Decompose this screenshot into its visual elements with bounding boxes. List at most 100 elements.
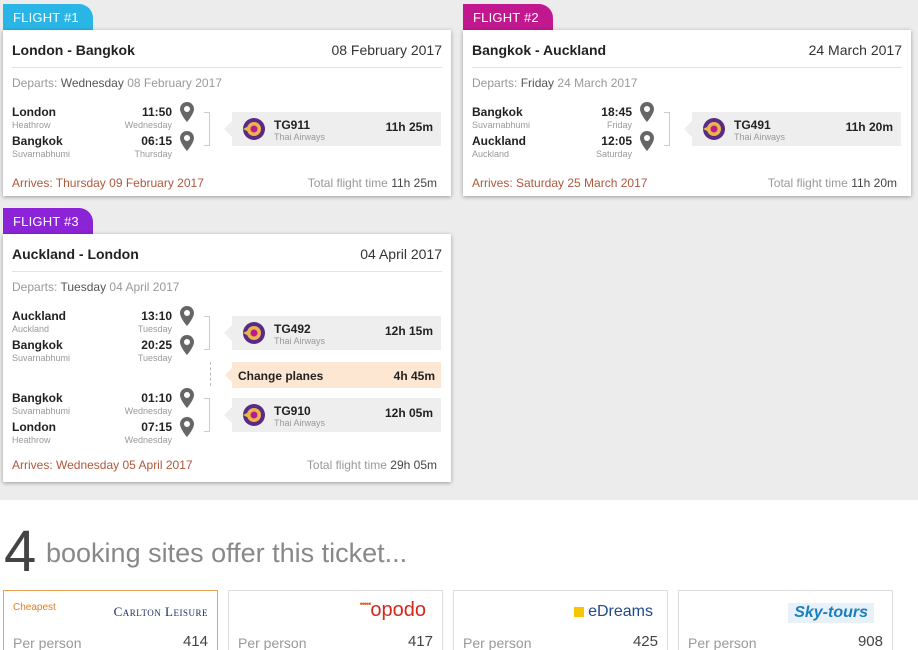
flight-header: Auckland - London 04 April 2017: [12, 234, 442, 272]
flight-leg[interactable]: TG492 Thai Airways 12h 15m: [224, 316, 441, 350]
opodo-dots-icon: •••••: [359, 599, 372, 609]
flight-header: Bangkok - Auckland 24 March 2017: [472, 30, 902, 68]
location-pin-icon: [180, 102, 194, 122]
stop-origin: Bangkok Suvarnabhumi 01:10 Wednesday: [12, 388, 196, 419]
arrival-info: Arrives: Thursday 09 February 2017: [12, 176, 204, 190]
flight-card[interactable]: London - Bangkok 08 February 2017 Depart…: [3, 30, 451, 196]
stop-origin: London Heathrow 11:50 Wednesday: [12, 102, 196, 133]
stop-airport: Auckland: [12, 324, 50, 334]
layover-connector: [210, 362, 211, 386]
flight-number: TG491: [734, 118, 771, 132]
stop-origin: Bangkok Suvarnabhumi 18:45 Friday: [472, 102, 656, 133]
offers-heading: 4 booking sites offer this ticket...: [4, 522, 407, 582]
departs-line: Departs: Friday 24 March 2017: [472, 76, 638, 90]
price: 908: [857, 633, 883, 650]
airline-name: Thai Airways: [274, 336, 326, 346]
flight-card[interactable]: Bangkok - Auckland 24 March 2017 Departs…: [463, 30, 911, 196]
route-date: 08 February 2017: [331, 42, 442, 58]
price: 425: [632, 633, 658, 650]
edreams-logo: eDreams: [574, 603, 653, 621]
total-flight-time: Total flight time 11h 25m: [307, 176, 437, 190]
stop-day: Saturday: [595, 149, 632, 159]
flight-2: FLIGHT #2 Bangkok - Auckland 24 March 20…: [463, 4, 911, 198]
segment-bracket: [204, 112, 210, 146]
stop-airport: Suvarnabhumi: [12, 406, 71, 416]
route-title: Bangkok - Auckland: [472, 42, 607, 58]
cheapest-badge: Cheapest: [13, 602, 56, 613]
stop-airport: Suvarnabhumi: [472, 120, 531, 130]
flight-card[interactable]: Auckland - London 04 April 2017 Departs:…: [3, 234, 451, 482]
flight-number: TG910: [274, 404, 311, 418]
total-flight-time: Total flight time 11h 20m: [767, 176, 897, 190]
offers-text: booking sites offer this ticket...: [46, 538, 408, 568]
thai-airways-logo-icon: [243, 322, 265, 344]
stop-city: London: [12, 105, 56, 119]
flight-tag: FLIGHT #3: [3, 208, 93, 234]
flight-leg[interactable]: TG910 Thai Airways 12h 05m: [224, 398, 441, 432]
stop-origin: Auckland Auckland 13:10 Tuesday: [12, 306, 196, 337]
stop-day: Wednesday: [124, 406, 172, 416]
flight-number: TG911: [274, 118, 311, 132]
thai-airways-logo-icon: [703, 118, 725, 140]
location-pin-icon: [180, 131, 194, 151]
stop-time: 20:25: [141, 338, 172, 352]
stop-day: Thursday: [134, 149, 172, 159]
stop-time: 07:15: [141, 420, 172, 434]
flight-number: TG492: [274, 322, 311, 336]
location-pin-icon: [180, 306, 194, 326]
booking-site-edreams[interactable]: eDreams Per person 425: [453, 590, 668, 650]
carlton-leisure-logo: Carlton Leisure: [113, 604, 208, 619]
stop-airport: Auckland: [472, 149, 510, 159]
flight-leg[interactable]: TG911 Thai Airways 11h 25m: [224, 112, 441, 146]
stop-city: Bangkok: [12, 338, 63, 352]
leg-duration: 11h 20m: [845, 120, 893, 134]
segment-bracket: [204, 316, 210, 350]
flight-leg[interactable]: TG491 Thai Airways 11h 20m: [684, 112, 901, 146]
booking-site-sky-tours[interactable]: Sky-tours Per person 908: [678, 590, 893, 650]
flight-1: FLIGHT #1 London - Bangkok 08 February 2…: [3, 4, 451, 198]
airline-name: Thai Airways: [274, 418, 326, 428]
stop-city: Bangkok: [12, 391, 63, 405]
stop-airport: Suvarnabhumi: [12, 149, 71, 159]
stop-time: 18:45: [601, 105, 632, 119]
stop-time: 13:10: [141, 309, 172, 323]
airline-name: Thai Airways: [274, 132, 326, 142]
stop-airport: Heathrow: [12, 120, 51, 130]
per-person-label: Per person: [238, 635, 307, 650]
flight-header: London - Bangkok 08 February 2017: [12, 30, 442, 68]
stop-city: Auckland: [12, 309, 67, 323]
stop-time: 06:15: [141, 134, 172, 148]
stop-destination: Bangkok Suvarnabhumi 20:25 Tuesday: [12, 335, 196, 366]
flight-3: FLIGHT #3 Auckland - London 04 April 201…: [3, 208, 451, 482]
sky-tours-logo: Sky-tours: [788, 603, 874, 623]
thai-airways-logo-icon: [243, 404, 265, 426]
booking-site-opodo[interactable]: •••••opodo Per person 417: [228, 590, 443, 650]
stop-destination: Bangkok Suvarnabhumi 06:15 Thursday: [12, 131, 196, 162]
stop-day: Wednesday: [124, 120, 172, 130]
stop-day: Tuesday: [137, 324, 172, 334]
stop-airport: Suvarnabhumi: [12, 353, 71, 363]
stop-time: 01:10: [141, 391, 172, 405]
segment-bracket: [664, 112, 670, 146]
stop-time: 11:50: [141, 105, 172, 119]
stop-city: London: [12, 420, 56, 434]
total-flight-time: Total flight time 29h 05m: [306, 458, 437, 472]
leg-duration: 12h 05m: [384, 406, 433, 420]
route-title: London - Bangkok: [12, 42, 135, 58]
location-pin-icon: [180, 388, 194, 408]
location-pin-icon: [180, 335, 194, 355]
route-date: 04 April 2017: [360, 246, 442, 262]
leg-duration: 12h 15m: [384, 324, 433, 338]
arrival-info: Arrives: Saturday 25 March 2017: [472, 176, 648, 190]
booking-site-carlton-leisure[interactable]: Cheapest Carlton Leisure Per person 414: [3, 590, 218, 650]
thai-airways-logo-icon: [243, 118, 265, 140]
stop-destination: Auckland Auckland 12:05 Saturday: [472, 131, 656, 162]
opodo-logo: •••••opodo: [359, 599, 426, 621]
stop-day: Wednesday: [124, 435, 172, 445]
per-person-label: Per person: [688, 635, 757, 650]
stop-day: Friday: [606, 120, 632, 130]
segment-bracket: [204, 398, 210, 432]
route-date: 24 March 2017: [808, 42, 902, 58]
stop-time: 12:05: [601, 134, 632, 148]
arrival-info: Arrives: Wednesday 05 April 2017: [12, 458, 193, 472]
